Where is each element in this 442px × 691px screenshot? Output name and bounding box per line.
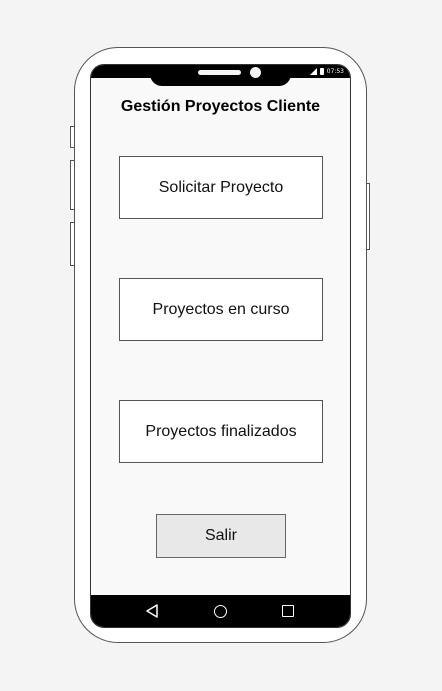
phone-notch [150,65,291,86]
finished-projects-label: Proyectos finalizados [145,422,297,440]
exit-label: Salir [204,527,237,544]
page-title: Gestión Proyectos Cliente [120,98,321,115]
signal-icon [309,68,317,75]
mockup-canvas: 07:53 Gestión Proyectos Cliente Solicita… [0,0,442,691]
phone-screen: 07:53 Gestión Proyectos Cliente Solicita… [90,64,351,628]
camera-icon [250,67,261,78]
battery-icon [319,68,324,75]
home-icon[interactable] [214,605,227,618]
request-project-label: Solicitar Proyecto [158,178,284,196]
speaker-icon [198,70,241,75]
projects-in-progress-button[interactable]: Proyectos en curso [119,278,323,341]
navigation-bar [91,595,350,627]
exit-button[interactable]: Salir [156,514,286,558]
status-indicators: 07:53 [309,66,344,77]
finished-projects-button[interactable]: Proyectos finalizados [119,400,323,463]
request-project-button[interactable]: Solicitar Proyecto [119,156,323,219]
projects-in-progress-label: Proyectos en curso [152,300,290,318]
status-time: 07:53 [326,68,344,75]
recent-apps-icon[interactable] [282,605,294,617]
back-icon[interactable] [145,604,159,618]
